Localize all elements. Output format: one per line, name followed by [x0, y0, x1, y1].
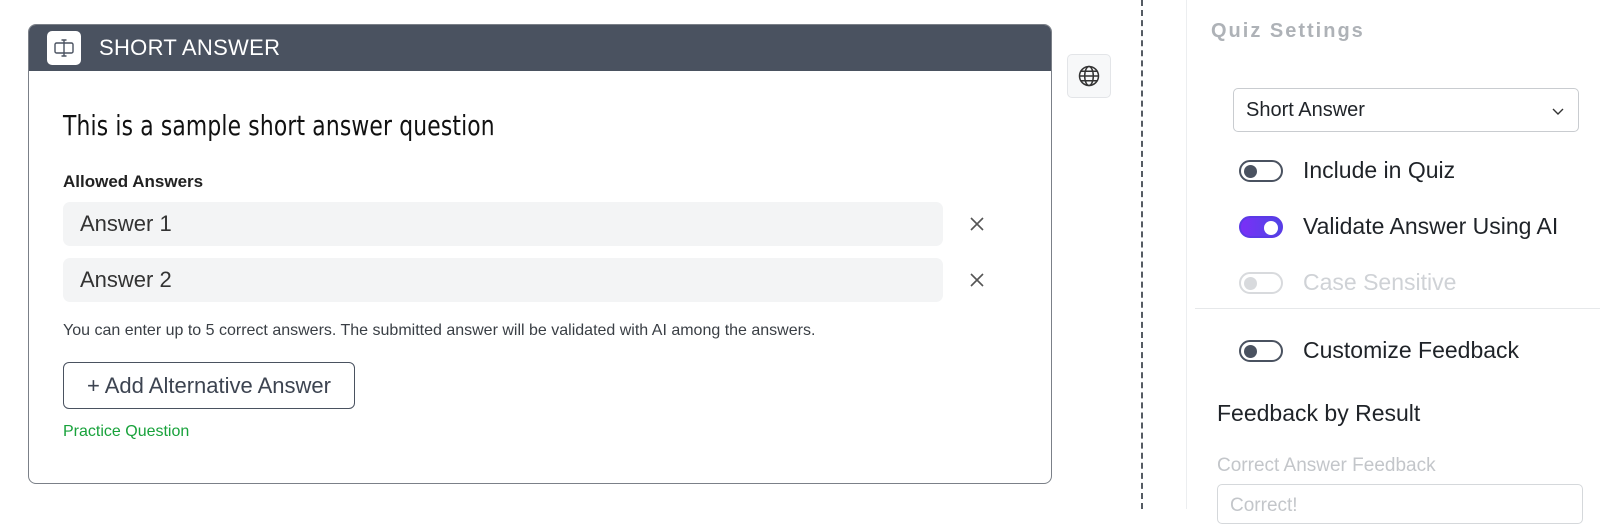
remove-answer-close-icon[interactable]	[965, 212, 989, 236]
answer-row: Answer 1	[63, 202, 1017, 246]
panel-divider	[1141, 0, 1143, 509]
translate-button[interactable]	[1067, 54, 1111, 98]
question-type-select-value: Short Answer	[1246, 98, 1365, 121]
correct-feedback-input[interactable]: Correct!	[1217, 484, 1583, 524]
question-card: SHORT ANSWER This is a sample short answ…	[28, 24, 1052, 484]
answer-row: Answer 2	[63, 258, 1017, 302]
practice-question-label: Practice Question	[63, 423, 190, 440]
validate-ai-row: Validate Answer Using AI	[1239, 213, 1558, 240]
include-in-quiz-toggle[interactable]	[1239, 159, 1283, 182]
question-card-header: SHORT ANSWER	[29, 25, 1051, 71]
feedback-by-result-heading: Feedback by Result	[1217, 400, 1421, 426]
customize-feedback-row: Customize Feedback	[1239, 337, 1519, 364]
settings-title: Quiz Settings	[1211, 20, 1365, 42]
text-cursor-icon	[47, 31, 81, 65]
remove-answer-close-icon[interactable]	[965, 268, 989, 292]
customize-feedback-toggle[interactable]	[1239, 339, 1283, 362]
add-alternative-answer-button[interactable]: + Add Alternative Answer	[63, 362, 355, 409]
correct-feedback-label: Correct Answer Feedback	[1217, 455, 1436, 476]
answers-hint: You can enter up to 5 correct answers. T…	[63, 322, 816, 339]
question-type-label: SHORT ANSWER	[99, 35, 281, 60]
validate-ai-toggle[interactable]	[1239, 215, 1283, 238]
question-title[interactable]: This is a sample short answer question	[63, 109, 807, 142]
case-sensitive-label: Case Sensitive	[1303, 269, 1457, 295]
globe-icon	[1078, 65, 1100, 87]
allowed-answers-label: Allowed Answers	[63, 172, 204, 191]
quiz-settings-panel: Quiz Settings Short Answer Include in Qu…	[1186, 0, 1600, 524]
settings-separator	[1195, 308, 1600, 309]
case-sensitive-toggle	[1239, 271, 1283, 294]
chevron-down-icon	[1552, 108, 1564, 115]
validate-ai-label: Validate Answer Using AI	[1303, 213, 1559, 239]
customize-feedback-label: Customize Feedback	[1303, 337, 1520, 363]
answer-input[interactable]: Answer 1	[63, 202, 943, 246]
question-type-select[interactable]: Short Answer	[1233, 88, 1579, 132]
case-sensitive-row: Case Sensitive	[1239, 269, 1456, 296]
answer-input[interactable]: Answer 2	[63, 258, 943, 302]
include-in-quiz-label: Include in Quiz	[1303, 157, 1456, 183]
include-in-quiz-row: Include in Quiz	[1239, 157, 1455, 184]
